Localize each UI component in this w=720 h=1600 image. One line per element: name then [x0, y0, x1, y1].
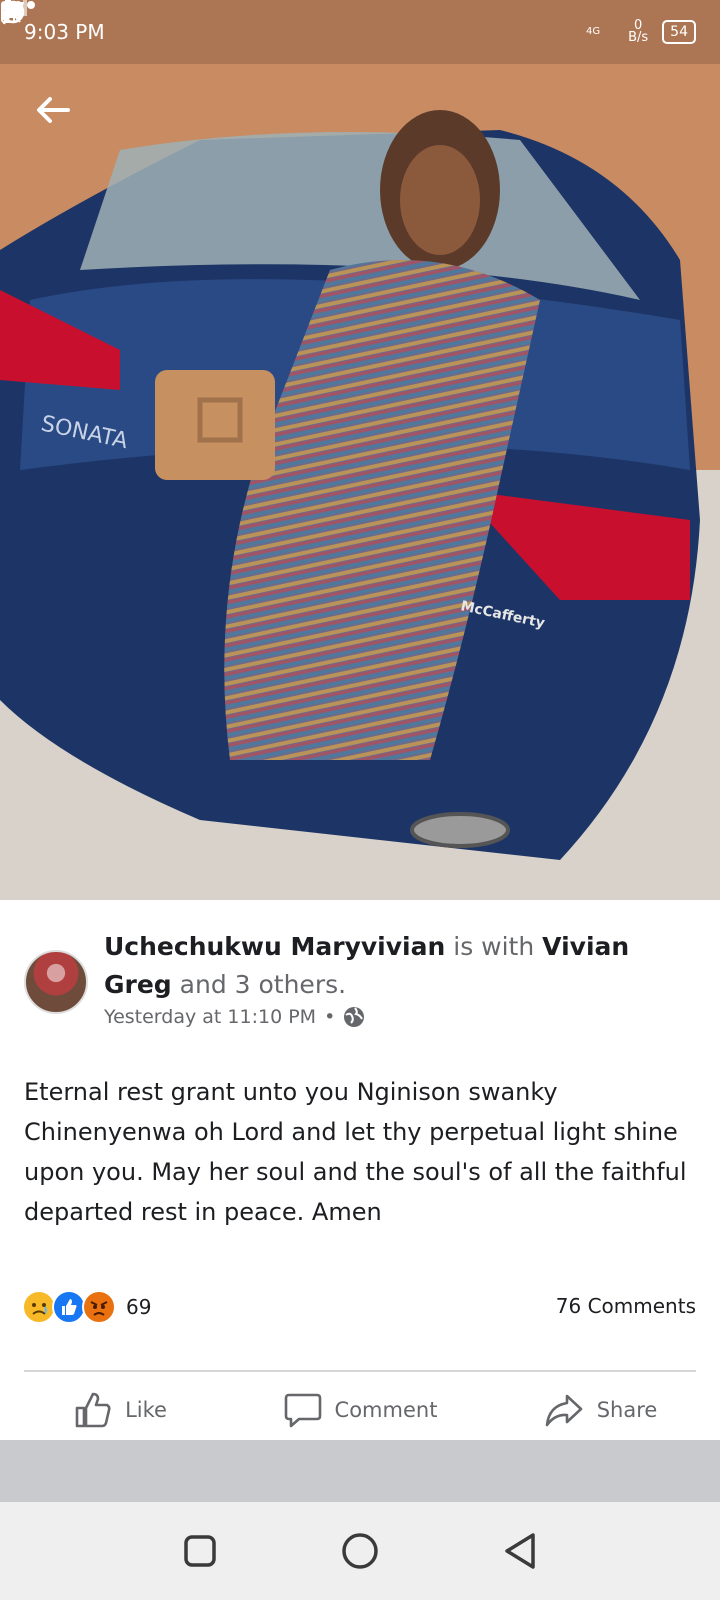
recent-apps-icon[interactable] — [170, 1521, 230, 1581]
share-label: Share — [596, 1398, 658, 1422]
comment-button[interactable]: Comment — [240, 1390, 480, 1430]
post-header: Uchechukwu Maryvivian is with Vivian Gre… — [104, 928, 704, 1004]
angry-reaction-icon — [82, 1290, 116, 1324]
photo-illustration: SONATA McCafferty — [0, 0, 720, 900]
data-speed: 0 B/s — [628, 19, 649, 45]
back-arrow-icon[interactable] — [36, 96, 76, 136]
others-link[interactable]: and 3 others. — [180, 970, 346, 999]
back-nav-icon[interactable] — [490, 1521, 550, 1581]
system-nav-bar — [0, 1502, 720, 1600]
avatar[interactable] — [24, 950, 88, 1014]
like-reaction-icon — [52, 1290, 86, 1324]
comment-icon — [283, 1390, 323, 1430]
data-speed-unit: B/s — [628, 30, 649, 45]
share-icon — [543, 1390, 585, 1430]
author-name[interactable]: Uchechukwu Maryvivian — [104, 932, 445, 961]
divider — [24, 1370, 696, 1372]
comments-count[interactable]: 76 Comments — [556, 1294, 696, 1318]
like-button[interactable]: Like — [0, 1390, 240, 1430]
sad-reaction-icon — [22, 1290, 56, 1324]
home-icon[interactable] — [330, 1521, 390, 1581]
post-meta: Yesterday at 11:10 PM • — [104, 1006, 365, 1028]
status-time: 9:03 PM — [24, 20, 105, 44]
post-timestamp[interactable]: Yesterday at 11:10 PM — [104, 1006, 316, 1028]
post-photo[interactable]: SONATA McCafferty 9:03 PM 4G 0 B/s 54 — [0, 0, 720, 900]
with-text: is with — [453, 932, 535, 961]
post-body: Eternal rest grant unto you Nginison swa… — [24, 1078, 687, 1226]
meta-separator: • — [324, 1006, 336, 1028]
share-button[interactable]: Share — [480, 1390, 720, 1430]
battery-indicator: 54 — [662, 20, 696, 44]
reaction-count: 69 — [126, 1295, 152, 1319]
reactions-summary[interactable]: 69 — [22, 1290, 151, 1324]
like-label: Like — [125, 1398, 167, 1422]
comment-label: Comment — [334, 1398, 438, 1422]
status-bar: 9:03 PM 4G 0 B/s 54 — [0, 0, 720, 64]
post-card: Uchechukwu Maryvivian is with Vivian Gre… — [0, 900, 720, 1440]
network-label: 4G — [585, 26, 601, 37]
gray-band — [0, 1440, 720, 1502]
like-icon — [73, 1390, 113, 1430]
signal-icon: 4G — [2, 0, 601, 37]
post-actions: Like Comment Share — [0, 1380, 720, 1440]
globe-icon — [343, 1006, 365, 1028]
